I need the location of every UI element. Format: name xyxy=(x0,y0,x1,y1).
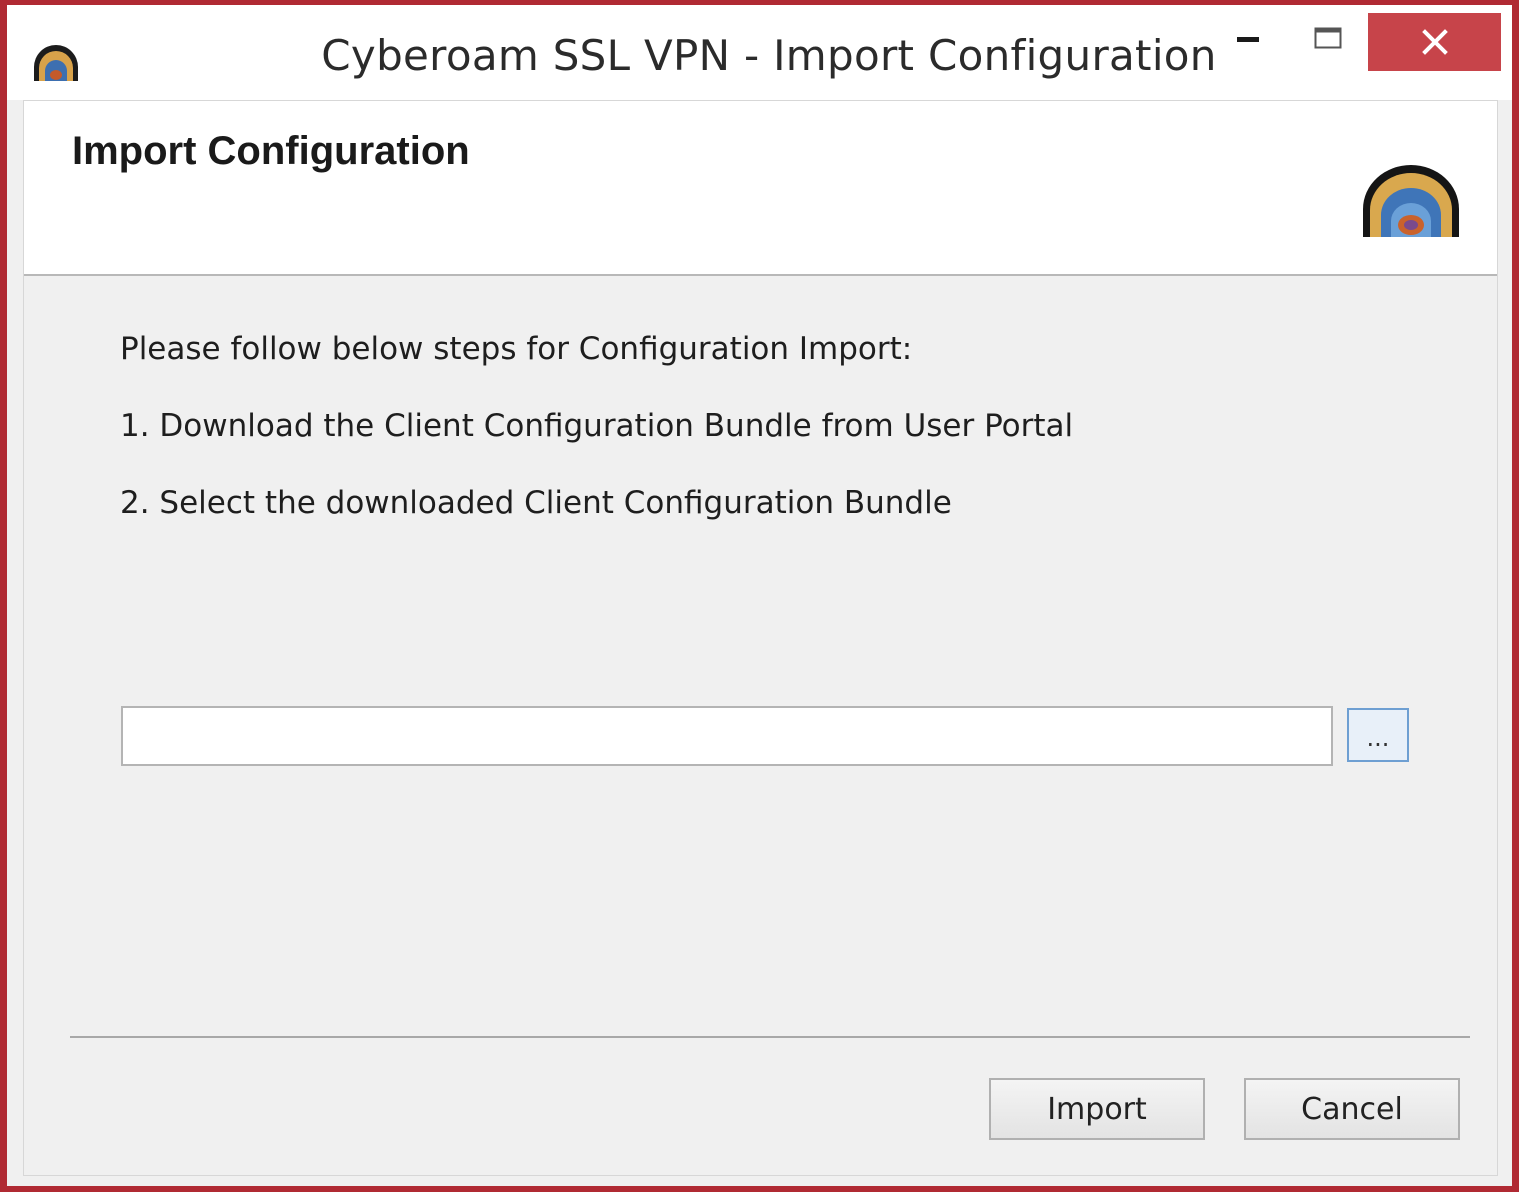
maximize-icon xyxy=(1314,27,1342,49)
dialog-header: Import Configuration xyxy=(24,101,1497,276)
minimize-button[interactable] xyxy=(1217,5,1279,71)
cancel-button[interactable]: Cancel xyxy=(1244,1078,1460,1140)
browse-button[interactable]: ... xyxy=(1347,708,1409,762)
cyberoam-logo-icon xyxy=(1363,165,1459,237)
close-button[interactable] xyxy=(1368,13,1501,71)
divider xyxy=(70,1036,1470,1038)
config-file-path-input[interactable] xyxy=(121,706,1333,766)
page-title: Import Configuration xyxy=(72,129,470,173)
import-dialog: Import Configuration Please follow below… xyxy=(23,100,1498,1176)
minimize-icon xyxy=(1237,37,1259,42)
import-button[interactable]: Import xyxy=(989,1078,1205,1140)
maximize-button[interactable] xyxy=(1297,5,1359,71)
instruction-step-2: 2. Select the downloaded Client Configur… xyxy=(120,485,952,521)
close-icon xyxy=(1421,29,1448,55)
app-window: Cyberoam SSL VPN - Import Configuration … xyxy=(0,0,1519,1192)
instructions-intro: Please follow below steps for Configurat… xyxy=(120,331,913,367)
instruction-step-1: 1. Download the Client Configuration Bun… xyxy=(120,408,1074,444)
window-title: Cyberoam SSL VPN - Import Configuration xyxy=(321,31,1217,80)
title-bar[interactable]: Cyberoam SSL VPN - Import Configuration xyxy=(7,5,1512,100)
